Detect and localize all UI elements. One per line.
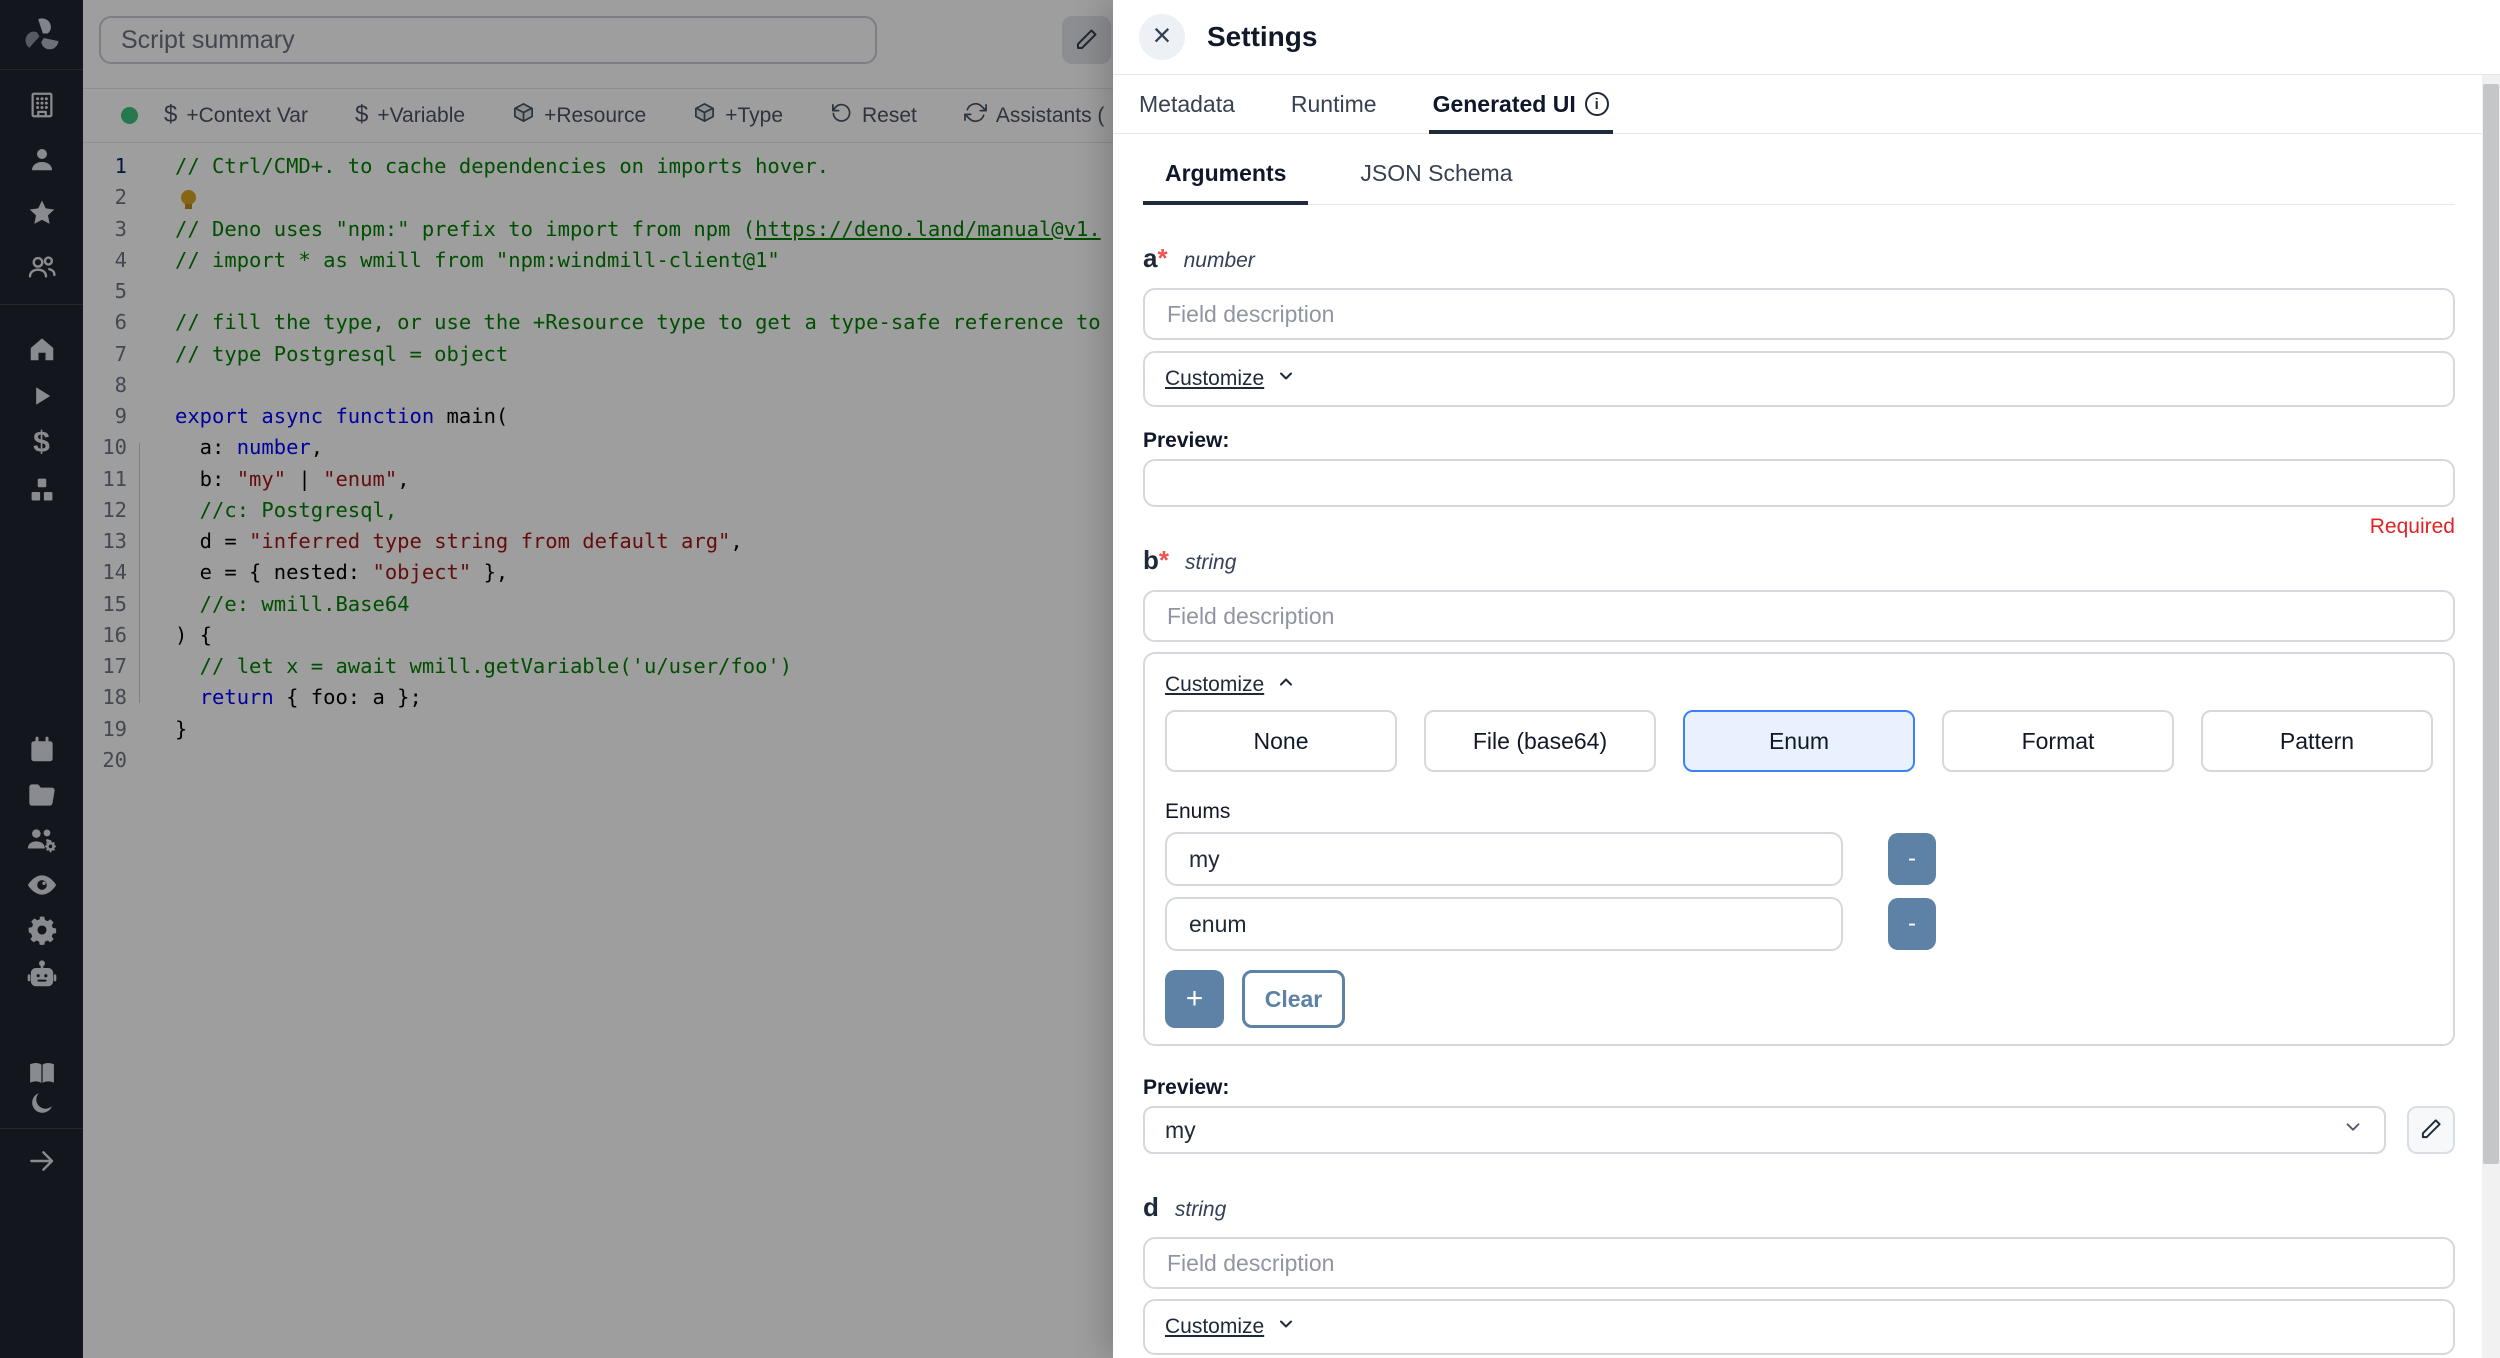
required-asterisk: * — [1158, 545, 1170, 575]
enum-row: - — [1165, 832, 2433, 886]
variant-enum[interactable]: Enum — [1683, 710, 1915, 772]
enum-rows: -- — [1165, 832, 2433, 951]
field-d-label: d string — [1143, 1192, 2455, 1225]
enum-value-input[interactable] — [1165, 832, 1843, 886]
field-b-customize-box: Customize None File (base64) Enum Format Pat… — [1143, 652, 2455, 1046]
field-b-customize-toggle[interactable]: Customize — [1165, 672, 1296, 698]
variant-none[interactable]: None — [1165, 710, 1397, 772]
chevron-up-icon — [1276, 672, 1296, 698]
subtab-arguments[interactable]: Arguments — [1143, 160, 1309, 205]
settings-drawer: × Settings Metadata Runtime Generated UI i … — [1113, 0, 2500, 1358]
windmill-app: $ $+Context Var$+Variable+Resource+TypeR… — [0, 0, 2500, 1358]
field-d-customize-toggle[interactable]: Customize — [1165, 1314, 1296, 1340]
enum-row: - — [1165, 897, 2433, 951]
settings-tabbar: Metadata Runtime Generated UI i — [1113, 75, 2500, 134]
field-b-preview-select[interactable]: my — [1143, 1106, 2386, 1154]
chevron-down-icon — [1276, 1314, 1296, 1340]
field-d-name: d — [1143, 1192, 1159, 1222]
close-button[interactable]: × — [1139, 14, 1185, 60]
field-a-preview-label: Preview: — [1143, 429, 1230, 452]
string-variant-buttons: None File (base64) Enum Format Pattern — [1165, 710, 2433, 772]
remove-enum-button[interactable]: - — [1888, 833, 1936, 885]
field-a-label: a* number — [1143, 243, 2455, 276]
field-d-description-input[interactable] — [1143, 1237, 2455, 1289]
tab-label: Generated UI — [1432, 90, 1576, 117]
tab-label: Runtime — [1290, 90, 1377, 117]
variant-file-base64[interactable]: File (base64) — [1424, 710, 1656, 772]
variant-pattern[interactable]: Pattern — [2201, 710, 2433, 772]
chevron-down-icon — [2342, 1116, 2364, 1144]
field-a-name: a* — [1143, 243, 1168, 273]
enum-actions: + Clear — [1165, 970, 2433, 1028]
tab-label: Metadata — [1139, 90, 1235, 117]
field-b-preview-label: Preview: — [1143, 1076, 1230, 1099]
tab-metadata[interactable]: Metadata — [1139, 75, 1235, 133]
enum-value-input[interactable] — [1165, 897, 1843, 951]
generated-ui-subtabs: Arguments JSON Schema — [1143, 160, 2455, 205]
field-a-description-input[interactable] — [1143, 288, 2455, 340]
field-d-type: string — [1174, 1198, 1227, 1221]
field-d-customize-box: Customize — [1143, 1299, 2455, 1355]
settings-content: Arguments JSON Schema a* number Customize… — [1113, 134, 2482, 1358]
edit-preview-button[interactable] — [2407, 1106, 2455, 1154]
drawer-title: Settings — [1207, 21, 1318, 52]
pencil-icon — [2420, 1117, 2443, 1143]
scrollbar-thumb[interactable] — [2483, 84, 2499, 1164]
chevron-down-icon — [1276, 366, 1296, 392]
field-b-label: b* string — [1143, 545, 2455, 578]
selected-enum-value: my — [1165, 1116, 1196, 1143]
field-b-description-input[interactable] — [1143, 590, 2455, 642]
field-b-type: string — [1185, 551, 1237, 574]
field-b-preview-row: my — [1143, 1106, 2455, 1154]
clear-enums-button[interactable]: Clear — [1242, 970, 1345, 1028]
field-a-customize-toggle[interactable]: Customize — [1165, 366, 1296, 392]
field-b-name: b* — [1143, 545, 1170, 575]
tab-runtime[interactable]: Runtime — [1291, 75, 1377, 133]
drawer-header: × Settings — [1113, 0, 2500, 75]
subtab-json-schema[interactable]: JSON Schema — [1338, 160, 1534, 205]
remove-enum-button[interactable]: - — [1888, 898, 1936, 950]
add-enum-button[interactable]: + — [1165, 970, 1224, 1028]
panel-scrollbar[interactable] — [2482, 75, 2500, 1358]
required-asterisk: * — [1157, 243, 1168, 273]
field-a-customize-box: Customize — [1143, 351, 2455, 407]
enums-label: Enums — [1165, 800, 1231, 823]
field-a-type: number — [1183, 249, 1255, 272]
info-icon: i — [1584, 92, 1609, 116]
field-a-preview-input[interactable] — [1143, 459, 2455, 507]
field-a-required-message: Required — [2369, 515, 2455, 538]
variant-format[interactable]: Format — [1942, 710, 2174, 772]
tab-generated-ui[interactable]: Generated UI i — [1428, 75, 1613, 134]
